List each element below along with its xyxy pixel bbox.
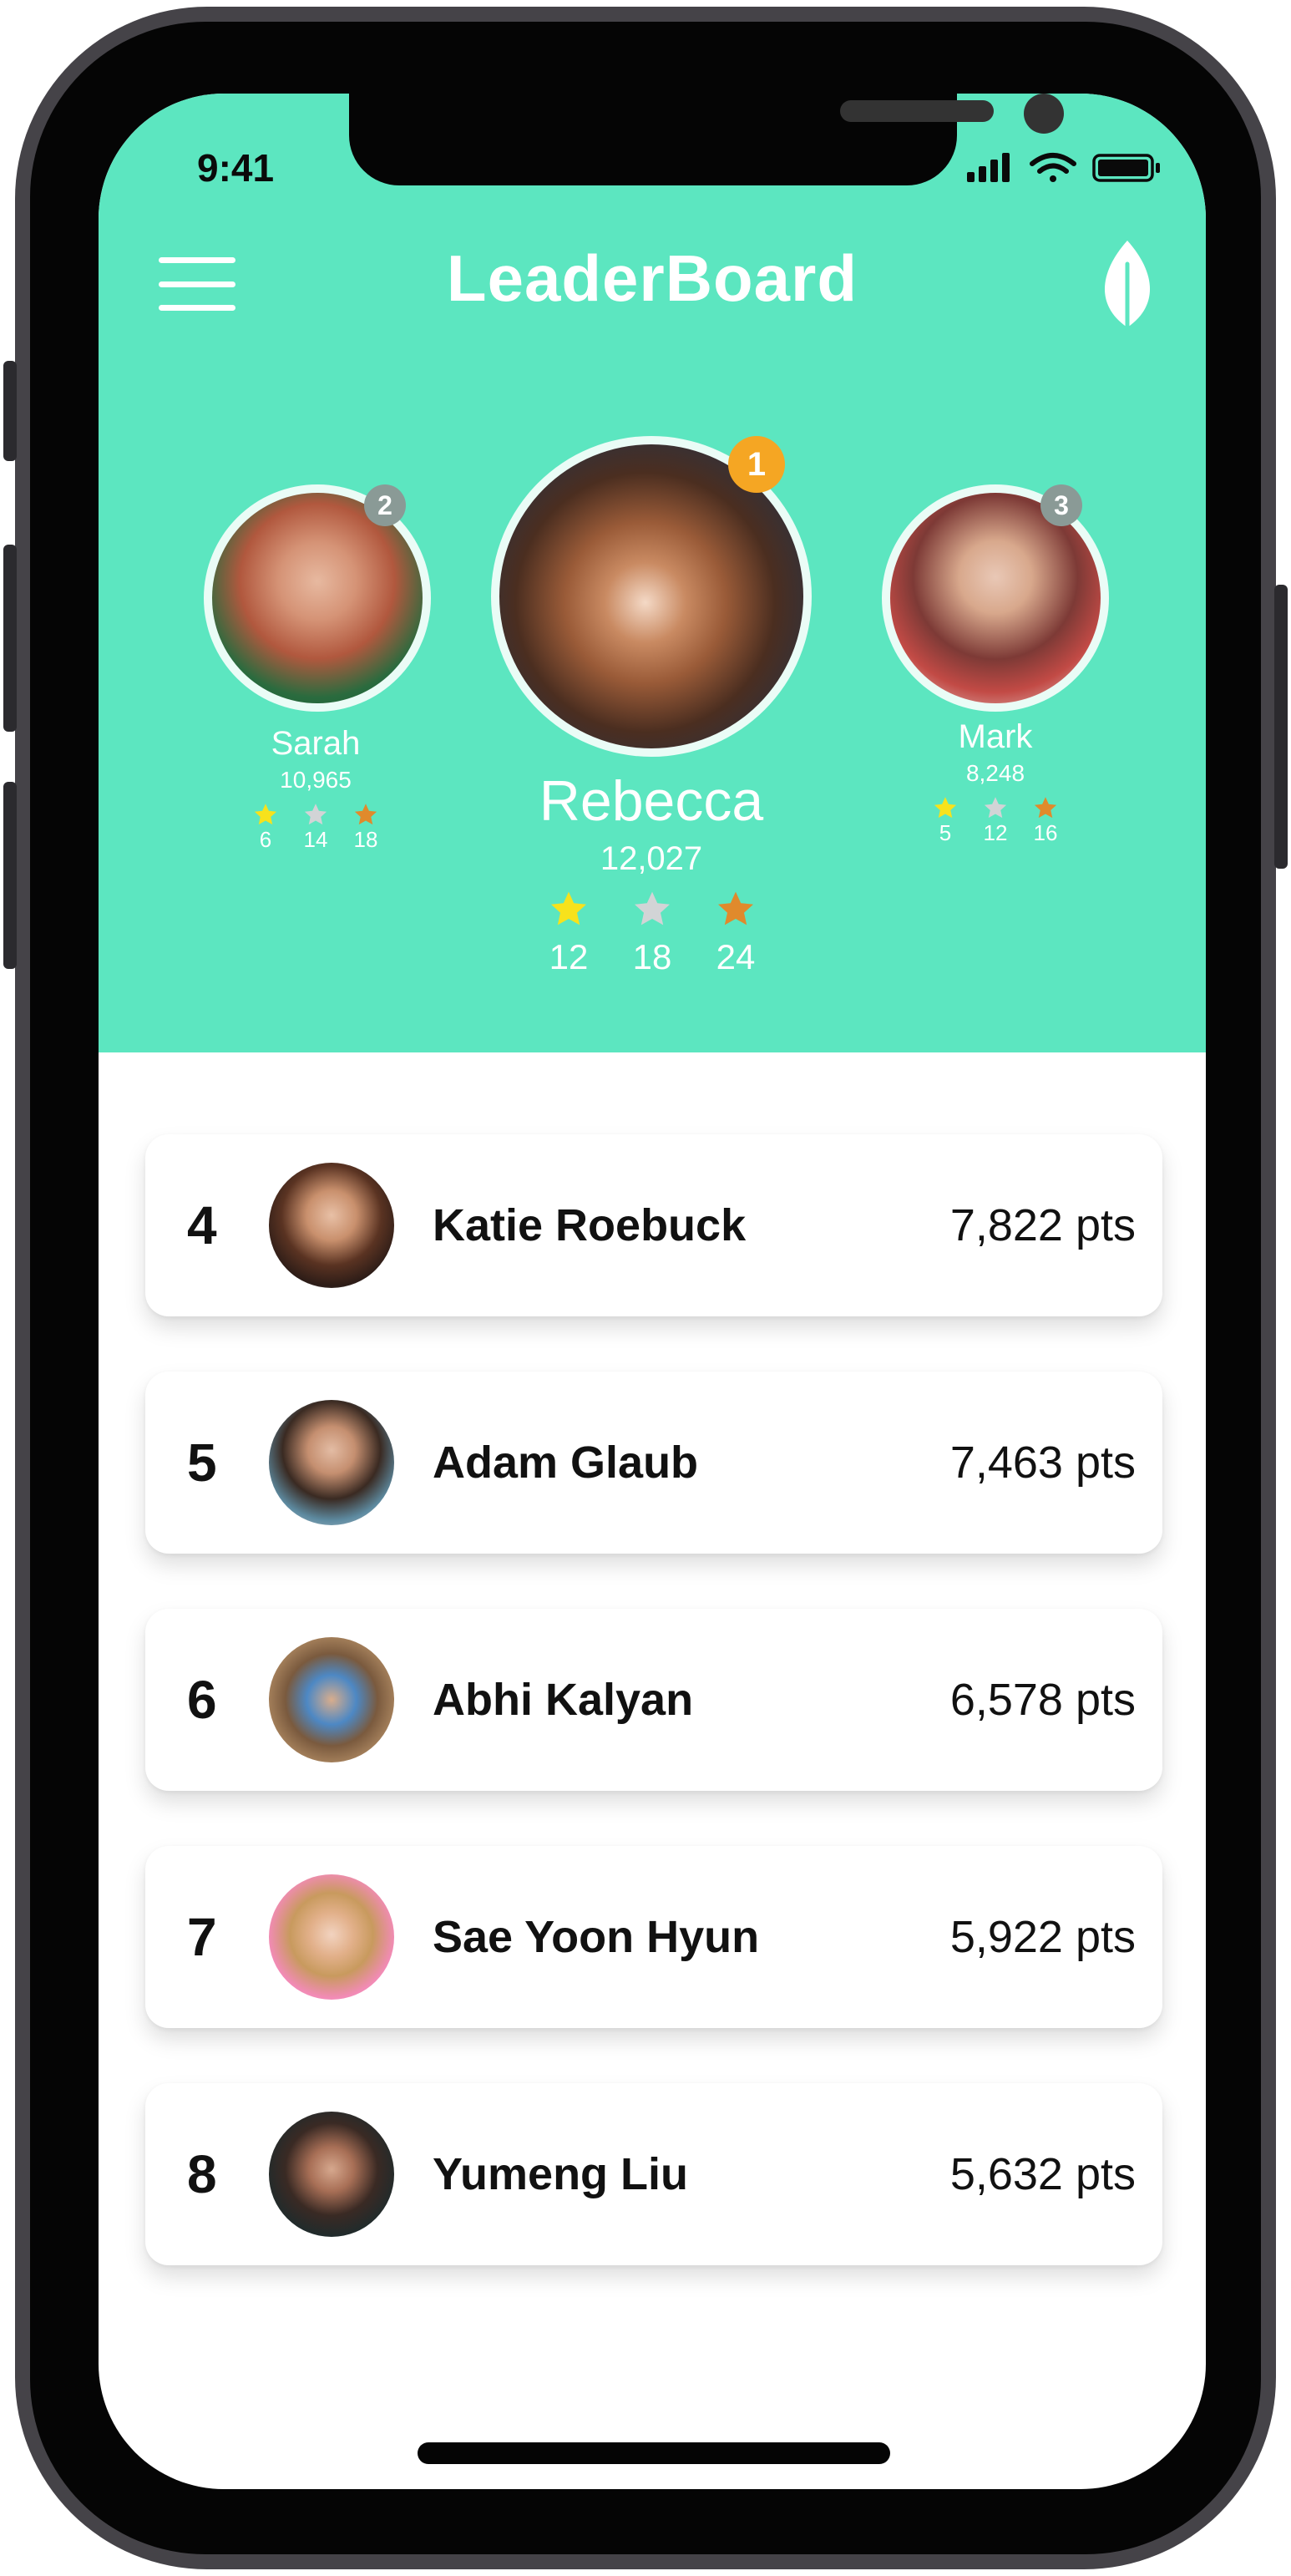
silver-count-1: 18	[632, 937, 672, 976]
player-name: Sae Yoon Hyun	[433, 1912, 760, 1962]
gold-count-2: 6	[259, 827, 272, 852]
app-screen: 9:41 LeaderBoard 2 Sarah 10,965 6 14 18 …	[99, 94, 1206, 2489]
list-item[interactable]: 6 Abhi Kalyan 6,578 pts	[145, 1609, 1162, 1791]
player-points: 7,822 pts	[949, 1200, 1136, 1250]
rank-number: 6	[187, 1670, 217, 1730]
rank-number: 7	[187, 1907, 217, 1967]
front-camera	[1024, 94, 1064, 134]
list-item[interactable]: 7 Sae Yoon Hyun 5,922 pts	[145, 1846, 1162, 2028]
list-item[interactable]: 5 Adam Glaub 7,463 pts	[145, 1372, 1162, 1554]
avatar	[269, 1874, 394, 2000]
bronze-count-2: 18	[353, 827, 378, 852]
rank-badge-3: 3	[1040, 484, 1082, 526]
avatar	[269, 1163, 394, 1288]
power-button	[1274, 585, 1288, 869]
volume-down-button	[3, 782, 17, 969]
rank-badge-2: 2	[364, 484, 406, 526]
podium-name-2: Sarah	[271, 725, 361, 762]
player-name: Yumeng Liu	[433, 2149, 689, 2199]
player-name: Abhi Kalyan	[433, 1675, 694, 1725]
gold-count-3: 5	[939, 820, 952, 845]
leaf-icon[interactable]	[1097, 239, 1157, 331]
podium-score-2: 10,965	[280, 767, 352, 793]
rank-number: 5	[187, 1433, 217, 1493]
silver-count-2: 14	[303, 827, 328, 852]
rank-number: 4	[187, 1195, 217, 1255]
page-title: LeaderBoard	[446, 241, 858, 315]
podium-medals-3: 5 12 16	[904, 795, 1087, 846]
battery-icon	[1092, 154, 1160, 182]
podium-medals-1: 12 18 24	[499, 889, 805, 977]
gold-star-icon	[934, 797, 957, 819]
bronze-count-3: 16	[1033, 820, 1058, 845]
podium-name-3: Mark	[958, 718, 1033, 755]
bronze-star-icon	[1034, 797, 1057, 819]
player-points: 7,463 pts	[949, 1438, 1136, 1488]
podium-name-1: Rebecca	[539, 769, 764, 833]
player-points: 6,578 pts	[949, 1675, 1136, 1725]
gold-count-1: 12	[549, 937, 589, 976]
signal-icon	[967, 153, 1010, 182]
gold-star-icon	[254, 804, 277, 825]
speaker-grille	[840, 100, 994, 122]
device-notch	[349, 94, 1064, 185]
bronze-count-1: 24	[716, 937, 756, 976]
player-points: 5,632 pts	[949, 2149, 1136, 2199]
bronze-star-icon	[354, 804, 377, 825]
podium-score-3: 8,248	[965, 760, 1025, 786]
status-icons	[967, 153, 1160, 182]
podium-score-1: 12,027	[600, 840, 703, 877]
avatar	[269, 1400, 394, 1525]
status-time: 9:41	[197, 146, 275, 190]
leaderboard-header: 9:41 LeaderBoard 2 Sarah 10,965 6 14 18 …	[99, 94, 1206, 1052]
player-name: Adam Glaub	[433, 1438, 699, 1488]
list-item[interactable]: 8 Yumeng Liu 5,632 pts	[145, 2083, 1162, 2265]
avatar	[269, 2112, 394, 2237]
wifi-icon	[1030, 153, 1076, 182]
volume-up-button	[3, 545, 17, 732]
silent-switch	[3, 361, 17, 461]
player-name: Katie Roebuck	[433, 1200, 747, 1250]
podium-medals-2: 6 14 18	[224, 802, 408, 853]
bronze-star-icon	[718, 891, 753, 925]
silver-star-icon	[304, 804, 327, 825]
home-indicator[interactable]	[418, 2442, 890, 2464]
rank-badge-1: 1	[728, 436, 785, 493]
silver-count-3: 12	[983, 820, 1008, 845]
list-item[interactable]: 4 Katie Roebuck 7,822 pts	[145, 1134, 1162, 1316]
rank-number: 8	[187, 2144, 217, 2204]
player-points: 5,922 pts	[949, 1912, 1136, 1962]
silver-star-icon	[635, 891, 670, 925]
silver-star-icon	[984, 797, 1007, 819]
avatar	[269, 1637, 394, 1762]
gold-star-icon	[551, 891, 586, 925]
